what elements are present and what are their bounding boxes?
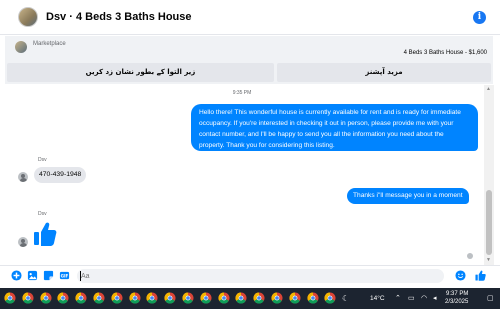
chevron-up-icon[interactable]: ⌃ [395,294,401,302]
svg-text:GIF: GIF [61,273,69,278]
gif-icon[interactable]: GIF [59,270,70,281]
chrome-icon[interactable] [307,292,319,304]
chrome-icon[interactable] [129,292,141,304]
chat-title[interactable]: Dsv · 4 Beds 3 Baths House [46,11,192,23]
plus-circle-icon[interactable] [11,270,22,281]
read-receipt-avatar [467,253,473,259]
chrome-icon[interactable] [164,292,176,304]
text-caret [80,271,81,281]
message-composer: GIF [0,265,500,285]
weather-icon[interactable]: ☾ [342,294,349,303]
temperature[interactable]: 14°C [370,295,385,309]
like-icon[interactable] [475,270,486,281]
message-timestamp: 9:35 PM [232,90,252,96]
outgoing-message[interactable]: Thanks i''ll message you in a moment [347,188,469,204]
listing-thumbnail[interactable] [15,41,27,53]
chrome-icon[interactable] [22,292,34,304]
mark-pending-button[interactable]: زیر التوا کے بطور نشان زد کریں [7,63,274,82]
incoming-message[interactable]: 470-439-1948 [34,167,87,183]
like-thumb-icon[interactable] [33,221,57,247]
sender-name: Dsv [38,157,47,163]
network-icon[interactable]: ▭ [408,294,415,302]
scroll-up-arrow-icon[interactable]: ▲ [486,86,491,92]
chat-scrollbar[interactable]: ▲ ▼ [484,85,494,265]
info-icon[interactable]: i [473,11,486,24]
chrome-icon[interactable] [57,292,69,304]
chrome-icon[interactable] [289,292,301,304]
sticker-icon[interactable] [43,270,54,281]
chrome-icon[interactable] [4,292,16,304]
wifi-icon[interactable]: ◠ [421,294,427,302]
chrome-icon[interactable] [271,292,283,304]
speaker-icon[interactable]: ◂ [433,294,437,302]
outgoing-message[interactable]: Hello there! This wonderful house is cur… [191,104,478,151]
chrome-icon[interactable] [182,292,194,304]
marketplace-label: Marketplace [33,41,66,47]
chrome-icon[interactable] [200,292,212,304]
sender-avatar[interactable] [18,237,28,247]
clock[interactable]: 9:37 PM 2/3/2025 [445,290,468,309]
marketplace-banner: Marketplace 4 Beds 3 Baths House - $1,60… [5,36,493,84]
emoji-icon[interactable] [455,270,466,281]
listing-title[interactable]: 4 Beds 3 Baths House - $1,600 [404,50,487,56]
sender-avatar[interactable] [18,172,28,182]
scroll-down-arrow-icon[interactable]: ▼ [486,257,491,263]
message-list: 9:35 PM Hello there! This wonderful hous… [0,85,484,265]
chrome-icon[interactable] [40,292,52,304]
more-options-button[interactable]: مزید آپشنز [277,63,491,82]
sender-name: Dsv [38,211,47,217]
chrome-icon[interactable] [146,292,158,304]
clock-time: 9:37 PM [446,291,469,297]
scroll-thumb[interactable] [486,190,492,255]
message-input[interactable] [77,269,444,283]
chrome-icon[interactable] [111,292,123,304]
windows-taskbar: ☾ 14°C ⌃ ▭ ◠ ◂ 9:37 PM 2/3/2025 ▢ [0,288,500,309]
chrome-icon[interactable] [218,292,230,304]
chrome-icon[interactable] [324,292,336,304]
chrome-icon[interactable] [93,292,105,304]
clock-date: 2/3/2025 [445,299,469,305]
notification-icon[interactable]: ▢ [487,294,494,302]
chrome-icon[interactable] [235,292,247,304]
contact-avatar[interactable] [18,7,38,27]
image-icon[interactable] [27,270,38,281]
chat-header: Dsv · 4 Beds 3 Baths House i [0,0,500,35]
chrome-icon[interactable] [253,292,265,304]
chrome-icon[interactable] [75,292,87,304]
